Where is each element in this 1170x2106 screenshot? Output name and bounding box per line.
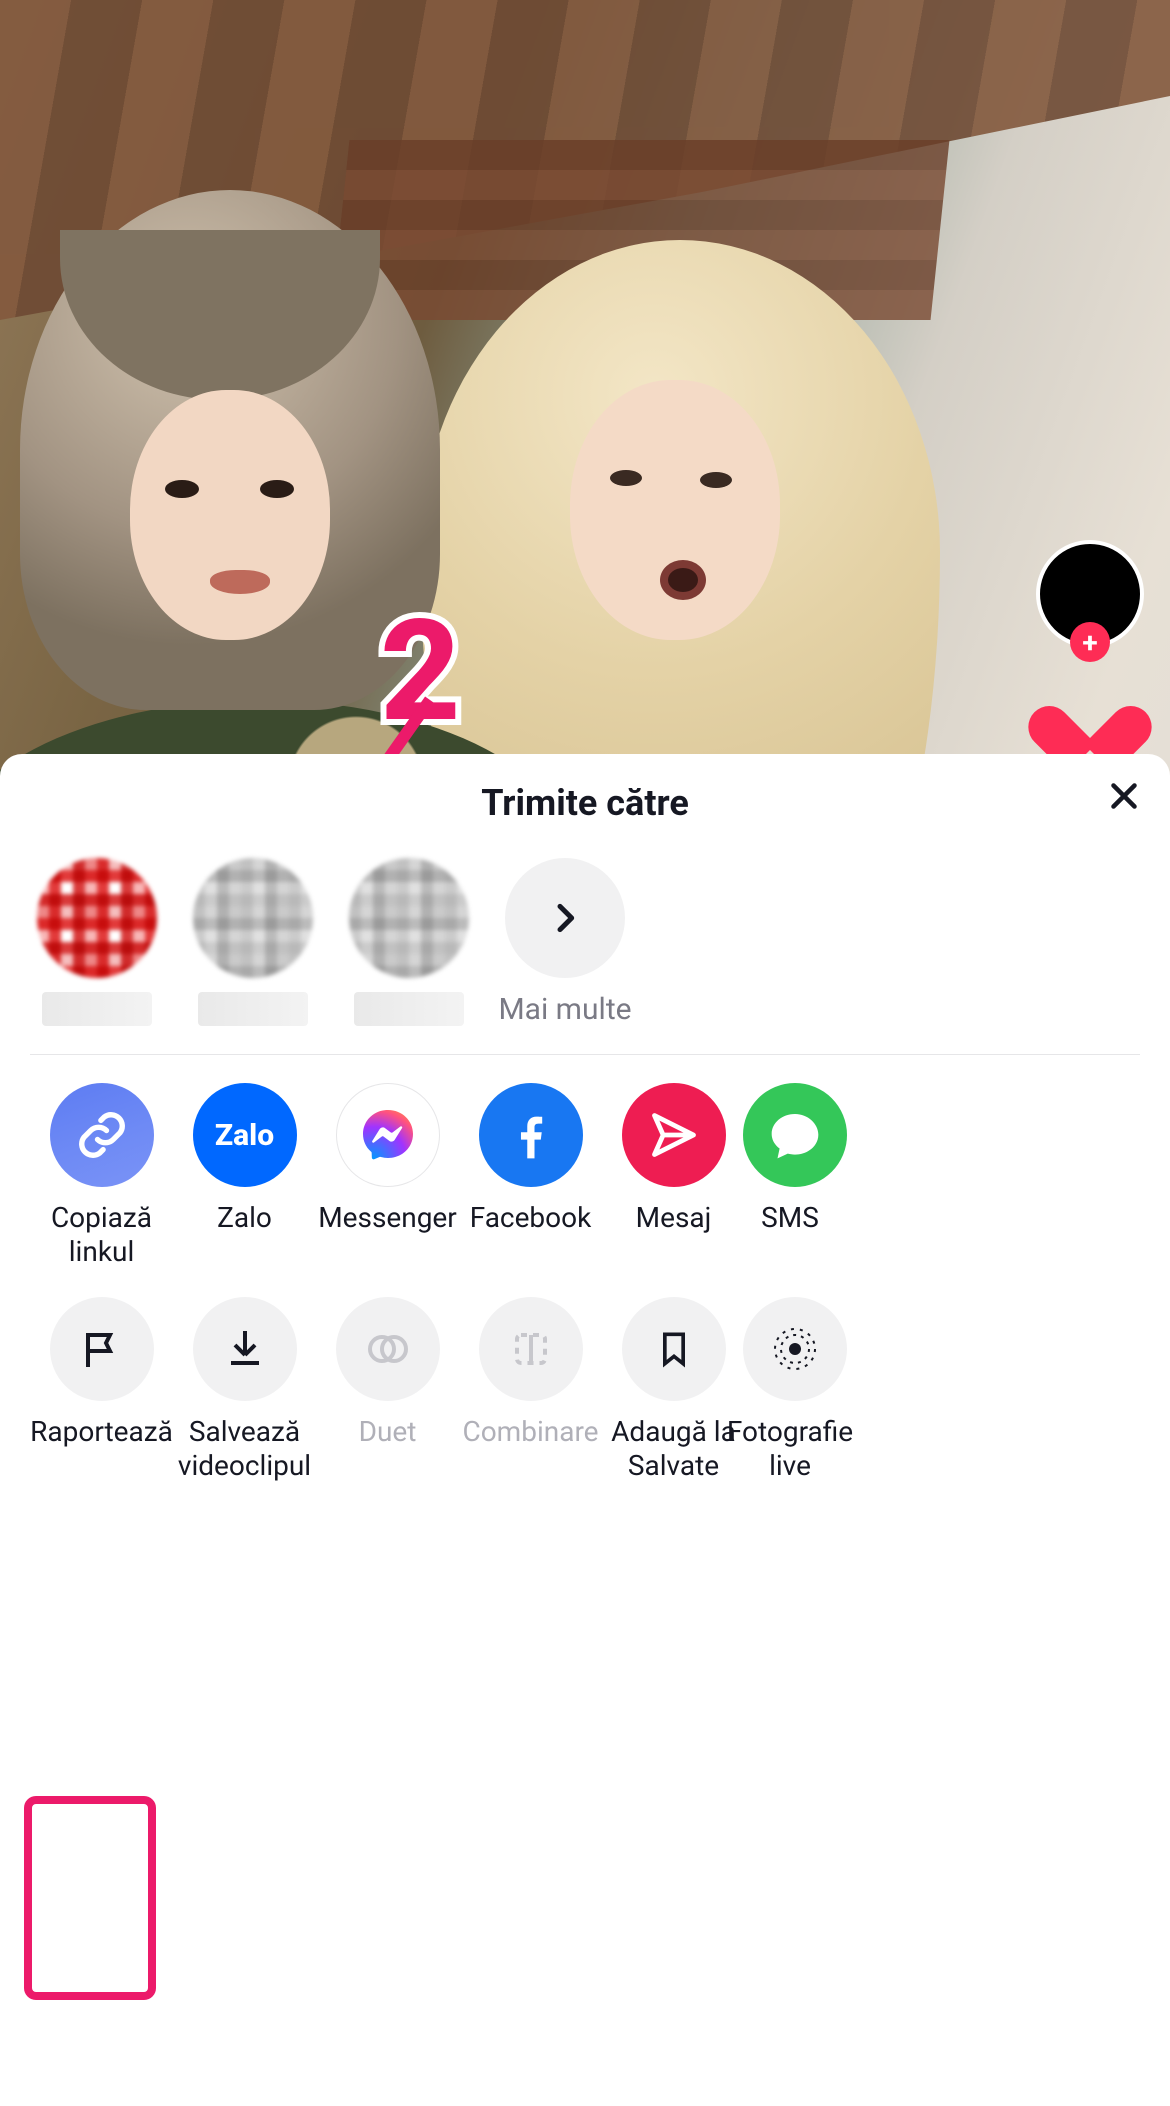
send-to-people-row: Mai multe: [0, 824, 1170, 1054]
share-sms[interactable]: SMS: [745, 1083, 835, 1269]
action-label: Fotografie live: [727, 1415, 853, 1483]
recent-contact[interactable]: [30, 858, 164, 1026]
video-actions-row: Raportează Salvează videoclipul Duet Com…: [0, 1269, 1170, 1483]
more-contacts-label: Mai multe: [498, 992, 631, 1026]
contact-name-redacted: [354, 992, 464, 1026]
action-live-photo[interactable]: Fotografie live: [745, 1297, 835, 1483]
share-option-label: Mesaj: [636, 1201, 712, 1269]
action-label: Duet: [359, 1415, 417, 1483]
share-zalo[interactable]: Zalo Zalo: [173, 1083, 316, 1269]
annotation-step-number: 2: [380, 590, 461, 754]
action-label: Adaugă la Salvate: [602, 1415, 745, 1483]
action-add-favorite[interactable]: Adaugă la Salvate: [602, 1297, 745, 1483]
contact-avatar: [349, 858, 469, 978]
share-option-label: Facebook: [470, 1201, 592, 1269]
close-icon: [1106, 778, 1142, 814]
chevron-right-icon: [505, 858, 625, 978]
sms-icon: [743, 1083, 847, 1187]
action-stitch[interactable]: Combinare: [459, 1297, 602, 1483]
share-option-label: Messenger: [318, 1201, 457, 1269]
share-facebook[interactable]: Facebook: [459, 1083, 602, 1269]
messenger-icon: [336, 1083, 440, 1187]
share-sheet: Trimite către Mai multe: [0, 754, 1170, 2106]
send-icon: [622, 1083, 726, 1187]
flag-icon: [50, 1297, 154, 1401]
recent-contact[interactable]: [186, 858, 320, 1026]
action-duet[interactable]: Duet: [316, 1297, 459, 1483]
contact-avatar: [37, 858, 157, 978]
live-photo-icon: [743, 1297, 847, 1401]
close-button[interactable]: [1106, 778, 1142, 814]
facebook-icon: [479, 1083, 583, 1187]
contact-name-redacted: [42, 992, 152, 1026]
share-sheet-title: Trimite către: [0, 782, 1170, 824]
action-label: Salvează videoclipul: [173, 1415, 316, 1483]
share-apps-row: Copiază linkul Zalo Zalo Messenger Faceb…: [0, 1055, 1170, 1269]
recent-contact[interactable]: [342, 858, 476, 1026]
action-label: Combinare: [462, 1415, 598, 1483]
bookmark-icon: [622, 1297, 726, 1401]
like-button[interactable]: [1050, 678, 1130, 748]
download-icon: [193, 1297, 297, 1401]
contact-avatar: [193, 858, 313, 978]
share-copy-link[interactable]: Copiază linkul: [30, 1083, 173, 1269]
share-direct-message[interactable]: Mesaj: [602, 1083, 745, 1269]
action-report[interactable]: Raportează: [30, 1297, 173, 1483]
share-messenger[interactable]: Messenger: [316, 1083, 459, 1269]
author-avatar[interactable]: +: [1036, 540, 1144, 648]
duet-icon: [336, 1297, 440, 1401]
action-save-video[interactable]: Salvează videoclipul: [173, 1297, 316, 1483]
share-option-label: Zalo: [217, 1201, 272, 1269]
share-option-label: SMS: [761, 1201, 819, 1269]
share-option-label: Copiază linkul: [30, 1201, 173, 1269]
more-contacts-button[interactable]: Mai multe: [498, 858, 632, 1026]
stitch-icon: [479, 1297, 583, 1401]
follow-button[interactable]: +: [1070, 622, 1110, 662]
contact-name-redacted: [198, 992, 308, 1026]
action-label: Raportează: [30, 1415, 173, 1483]
link-icon: [50, 1083, 154, 1187]
zalo-icon: Zalo: [193, 1083, 297, 1187]
